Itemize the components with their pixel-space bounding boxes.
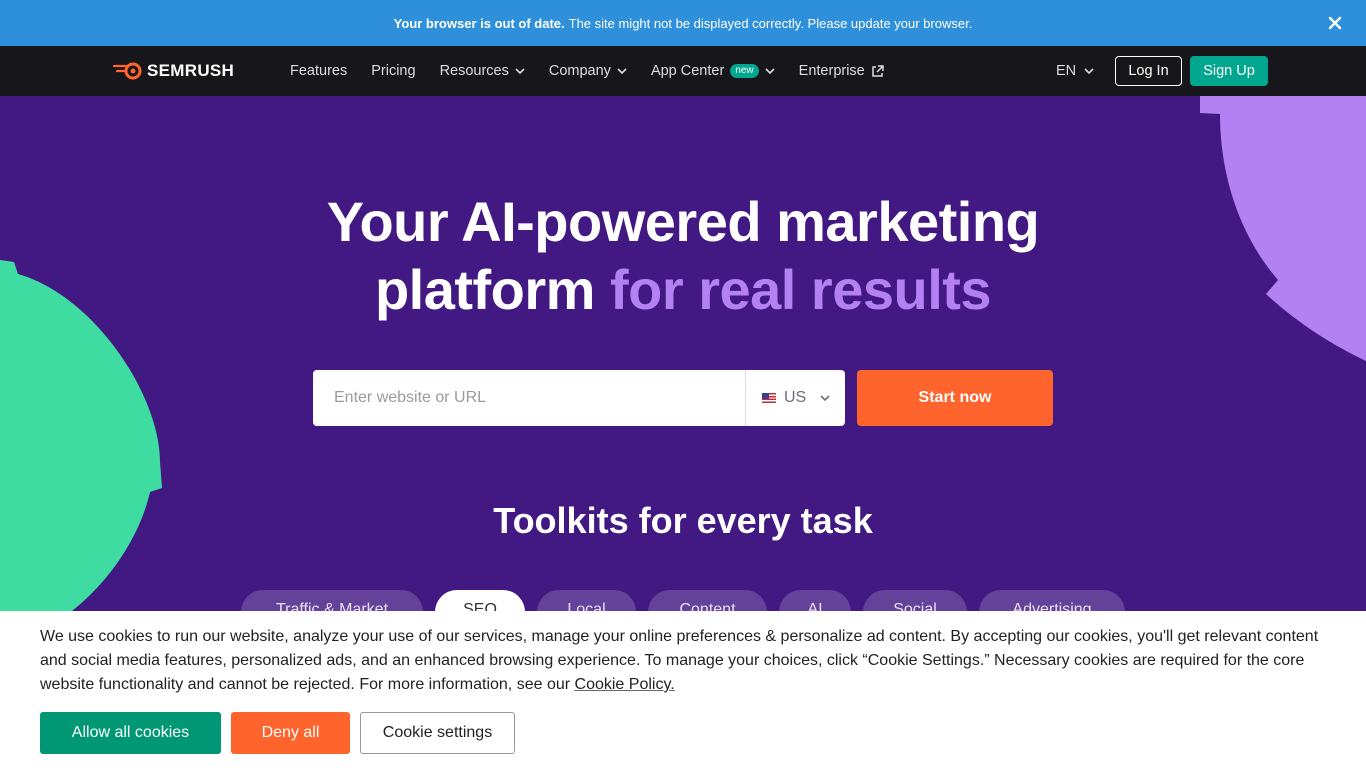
- external-link-icon: [872, 64, 884, 77]
- nav-app-center-label: App Center: [650, 63, 725, 79]
- nav-enterprise[interactable]: Enterprise: [799, 63, 884, 79]
- nav-pricing[interactable]: Pricing: [371, 63, 415, 79]
- logo-text: SEMRUSH: [147, 61, 235, 80]
- start-now-button[interactable]: Start now: [857, 370, 1053, 426]
- chevron-down-icon: [1084, 67, 1094, 74]
- nav-company[interactable]: Company: [549, 63, 627, 79]
- tab-content[interactable]: Content: [648, 590, 767, 611]
- semrush-logo-icon: [112, 62, 142, 80]
- tab-social[interactable]: Social: [863, 590, 967, 611]
- nav-features-label: Features: [290, 63, 348, 79]
- nav-app-center[interactable]: App Center new: [651, 63, 775, 79]
- cookie-text: We use cookies to run our website, analy…: [40, 625, 1330, 697]
- chevron-down-icon: [515, 67, 525, 74]
- cookie-settings-button[interactable]: Cookie settings: [360, 712, 515, 754]
- close-icon[interactable]: [1324, 12, 1346, 34]
- top-navigation: SEMRUSH Features Pricing Resources Compa…: [0, 46, 1366, 96]
- cookie-consent-banner: We use cookies to run our website, analy…: [0, 611, 1366, 768]
- allow-all-cookies-button[interactable]: Allow all cookies: [40, 712, 221, 754]
- domain-search-box: US: [313, 370, 845, 426]
- nav-company-label: Company: [548, 63, 611, 79]
- hero-title-plain: platform: [374, 258, 610, 321]
- hero-title-accent: for real results: [610, 258, 992, 321]
- chevron-down-icon: [765, 67, 775, 74]
- nav-resources[interactable]: Resources: [440, 63, 525, 79]
- nav-features[interactable]: Features: [290, 63, 347, 79]
- nav-links: Features Pricing Resources Company App C…: [290, 46, 908, 96]
- tab-local[interactable]: Local: [537, 590, 636, 611]
- tab-traffic-market[interactable]: Traffic & Market: [241, 590, 423, 611]
- deny-all-button[interactable]: Deny all: [231, 712, 350, 754]
- toolkit-tabs: Traffic & Market SEO Local Content AI So…: [0, 590, 1366, 611]
- banner-bold-text: Your browser is out of date.: [393, 15, 565, 31]
- website-url-input[interactable]: [313, 370, 745, 426]
- country-label: US: [784, 389, 807, 406]
- hero-title-line2: platform for real results: [0, 256, 1366, 324]
- tab-ai[interactable]: AI: [779, 590, 851, 611]
- language-label: EN: [1056, 63, 1077, 79]
- tab-advertising[interactable]: Advertising: [979, 590, 1125, 611]
- nav-enterprise-label: Enterprise: [798, 63, 865, 79]
- outdated-browser-banner: Your browser is out of date. The site mi…: [0, 0, 1366, 46]
- hero-title-line1: Your AI-powered marketing: [326, 190, 1040, 253]
- toolkits-title: Toolkits for every task: [493, 500, 873, 541]
- banner-text: The site might not be displayed correctl…: [568, 15, 973, 31]
- tab-seo[interactable]: SEO: [435, 590, 525, 611]
- cookie-policy-link[interactable]: Cookie Policy.: [575, 676, 675, 693]
- country-selector[interactable]: US: [745, 370, 845, 426]
- us-flag-icon: [762, 393, 776, 403]
- language-selector[interactable]: EN: [1056, 46, 1094, 96]
- chevron-down-icon: [617, 67, 627, 74]
- nav-resources-label: Resources: [439, 63, 509, 79]
- chevron-down-icon: [820, 394, 830, 401]
- semrush-logo[interactable]: SEMRUSH: [112, 61, 234, 81]
- new-badge: new: [730, 64, 759, 78]
- login-button[interactable]: Log In: [1115, 56, 1182, 86]
- cookie-message: We use cookies to run our website, analy…: [40, 628, 1319, 693]
- nav-pricing-label: Pricing: [371, 63, 416, 79]
- hero-title: Your AI-powered marketing platform for r…: [0, 188, 1366, 324]
- signup-button[interactable]: Sign Up: [1190, 56, 1268, 86]
